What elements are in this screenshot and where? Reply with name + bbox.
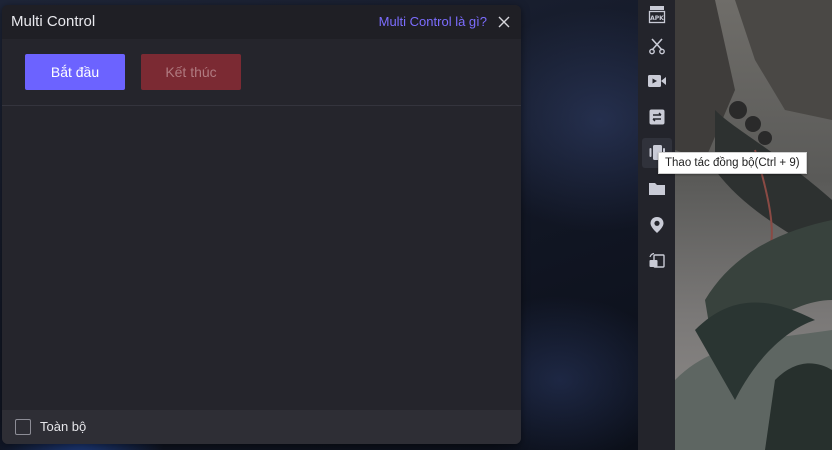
game-artwork [675,0,832,450]
shared-folder-button[interactable] [642,174,672,204]
stop-button[interactable]: Kết thúc [141,54,241,90]
apk-icon: APK [648,6,666,24]
side-toolbar: APK [638,0,675,450]
close-icon [498,16,510,28]
panel-title: Multi Control [11,13,96,30]
help-link[interactable]: Multi Control là gì? [379,14,487,29]
location-button[interactable] [642,210,672,240]
select-all-label: Toàn bộ [40,419,87,434]
tooltip-sync-operation: Thao tác đồng bộ(Ctrl + 9) [658,152,807,174]
instance-list [2,106,521,410]
svg-text:APK: APK [650,15,664,22]
location-pin-icon [650,217,664,233]
start-button[interactable]: Bắt đầu [25,54,125,90]
operation-record-button[interactable] [642,102,672,132]
screenshot-button[interactable] [642,31,672,61]
panel-footer: Toàn bộ [2,410,521,444]
select-all-checkbox[interactable] [15,419,31,435]
operation-record-icon [649,109,665,125]
folder-icon [649,183,665,195]
rotate-screen-icon [649,252,665,268]
video-record-icon [648,75,666,87]
close-button[interactable] [495,13,513,31]
panel-header: Multi Control Multi Control là gì? [2,5,521,39]
scissors-icon [649,38,665,55]
game-view[interactable] [675,0,832,450]
video-record-button[interactable] [642,66,672,96]
apk-install-button[interactable]: APK [642,0,672,30]
multi-control-panel: Multi Control Multi Control là gì? Bắt đ… [2,5,521,444]
rotate-screen-button[interactable] [642,246,672,276]
